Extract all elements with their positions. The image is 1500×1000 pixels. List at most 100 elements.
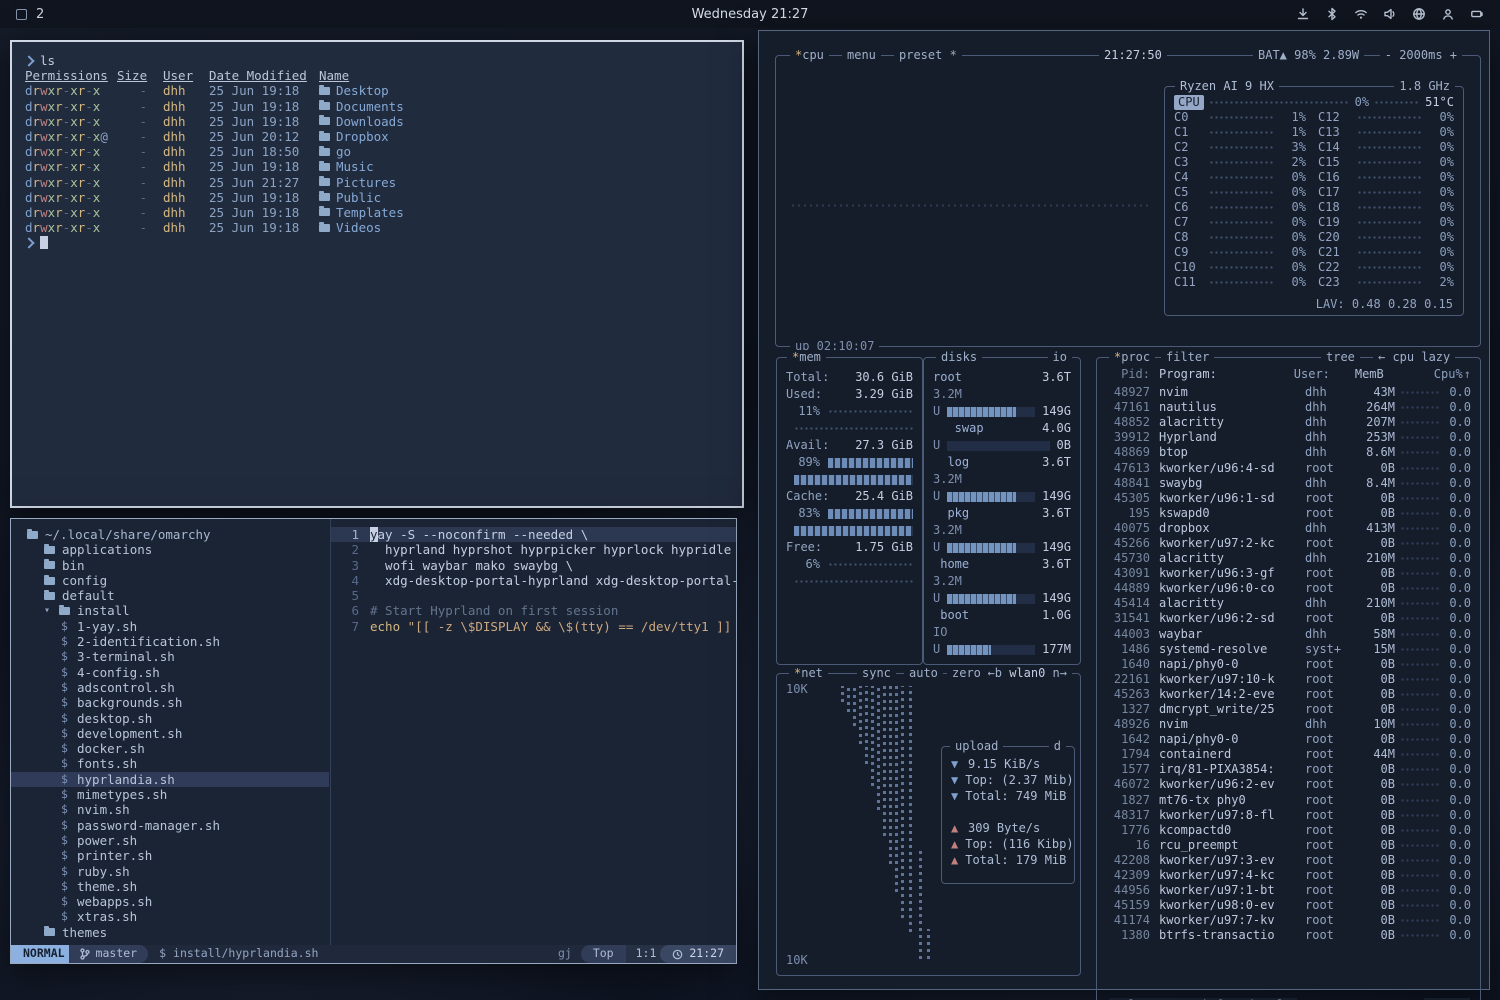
process-row[interactable]: 48927 nvim dhh 43M 0.0 [1106, 385, 1471, 400]
process-row[interactable]: 48852 alacritty dhh 207M 0.0 [1106, 415, 1471, 430]
refresh-interval-control[interactable]: - 2000ms + [1380, 48, 1462, 63]
next-interface-button[interactable]: n→ [1053, 666, 1067, 680]
process-row[interactable]: 44889 kworker/u96:0-co root 0B 0.0 [1106, 581, 1471, 596]
process-row[interactable]: 1486 systemd-resolve syst+ 15M 0.0 [1106, 642, 1471, 657]
zero-button[interactable]: zero [947, 666, 986, 681]
sort-direction-icon[interactable]: ↑ [1464, 367, 1471, 382]
editor-line[interactable]: 5 [331, 588, 736, 603]
process-row[interactable]: 45730 alacritty dhh 210M 0.0 [1106, 551, 1471, 566]
sort-mode[interactable]: ← cpu lazy [1373, 350, 1455, 365]
tray-arrow-icon[interactable] [1296, 7, 1310, 21]
prompt-line-active[interactable] [25, 235, 742, 250]
preset-button[interactable]: preset * [894, 48, 962, 63]
io-tab[interactable]: io [1048, 350, 1072, 365]
process-row[interactable]: 43091 kworker/u96:3-gf root 0B 0.0 [1106, 566, 1471, 581]
process-row[interactable]: 48926 nvim dhh 10M 0.0 [1106, 717, 1471, 732]
upload-box-tab[interactable]: d [1049, 739, 1066, 754]
tree-toggle[interactable]: tree [1321, 350, 1360, 365]
tree-item[interactable]: ▾ $ fonts.sh [11, 756, 329, 771]
process-row[interactable]: 45159 kworker/u98:0-ev root 0B 0.0 [1106, 898, 1471, 913]
user-icon[interactable] [1441, 7, 1455, 21]
editor-line[interactable]: 7 echo "[[ -z \$DISPLAY && \$(tty) == /d… [331, 619, 736, 634]
editor-line[interactable]: 4 xdg-desktop-portal-hyprland xdg-deskto… [331, 573, 736, 588]
process-row[interactable]: 1642 napi/phy0-0 root 0B 0.0 [1106, 732, 1471, 747]
globe-icon[interactable] [1412, 7, 1426, 21]
editor-line[interactable]: 2 hyprland hyprshot hyprpicker hyprlock … [331, 542, 736, 557]
tree-item[interactable]: ▾ $ 1-yay.sh [11, 619, 329, 634]
tree-item[interactable]: ▾ $ nvim.sh [11, 802, 329, 817]
tree-item[interactable]: ▾ $ hyprlandia.sh [11, 772, 329, 787]
process-row[interactable]: 47613 kworker/u96:4-sd root 0B 0.0 [1106, 460, 1471, 475]
menu-button[interactable]: menu [842, 48, 881, 63]
process-row[interactable]: 1794 containerd root 44M 0.0 [1106, 747, 1471, 762]
process-row[interactable]: 31541 kworker/u96:2-sd root 0B 0.0 [1106, 611, 1471, 626]
process-row[interactable]: 40075 dropbox dhh 413M 0.0 [1106, 521, 1471, 536]
process-row[interactable]: 1640 napi/phy0-0 root 0B 0.0 [1106, 657, 1471, 672]
editor-window[interactable]: ~/.local/share/omarchy ▾ $ applications … [10, 518, 737, 964]
tree-item[interactable]: ▾ $ xtras.sh [11, 909, 329, 924]
header-program[interactable]: Program: [1150, 367, 1294, 382]
tree-item[interactable]: ▾ $ 3-terminal.sh [11, 649, 329, 664]
process-row[interactable]: 1577 irq/81-PIXA3854: root 0B 0.0 [1106, 762, 1471, 777]
tree-item[interactable]: ▾ $ webapps.sh [11, 894, 329, 909]
process-row[interactable]: 42309 kworker/u97:4-kc root 0B 0.0 [1106, 868, 1471, 883]
tree-item[interactable]: ▾ $ config [11, 573, 329, 588]
process-row[interactable]: 48317 kworker/u97:8-fl root 0B 0.0 [1106, 808, 1471, 823]
wifi-icon[interactable] [1354, 7, 1368, 21]
process-row[interactable]: 45414 alacritty dhh 210M 0.0 [1106, 596, 1471, 611]
process-row[interactable]: 48869 btop dhh 8.6M 0.0 [1106, 445, 1471, 460]
process-row[interactable]: 45266 kworker/u97:2-kc root 0B 0.0 [1106, 536, 1471, 551]
process-row[interactable]: 45263 kworker/14:2-eve root 0B 0.0 [1106, 687, 1471, 702]
tree-item[interactable]: ▾ $ theme.sh [11, 879, 329, 894]
process-row[interactable]: 41174 kworker/u97:7-kv root 0B 0.0 [1106, 913, 1471, 928]
tree-item[interactable]: ▾ $ password-manager.sh [11, 818, 329, 833]
tree-item[interactable]: ▾ $ themes [11, 925, 329, 940]
process-row[interactable]: 1827 mt76-tx phy0 root 0B 0.0 [1106, 793, 1471, 808]
volume-icon[interactable] [1383, 7, 1397, 21]
header-user[interactable]: User: [1294, 367, 1344, 382]
auto-button[interactable]: auto [904, 666, 943, 681]
tree-item[interactable]: ▾ $ docker.sh [11, 741, 329, 756]
tree-item[interactable]: ▾ $ install [11, 603, 329, 618]
tree-item[interactable]: ▾ $ printer.sh [11, 848, 329, 863]
tree-item[interactable]: ▾ $ 2-identification.sh [11, 634, 329, 649]
tree-item[interactable]: ▾ $ applications [11, 542, 329, 557]
bluetooth-icon[interactable] [1325, 7, 1339, 21]
tree-item[interactable]: ▾ $ power.sh [11, 833, 329, 848]
workspace-indicator[interactable]: 2 [36, 7, 44, 22]
header-pid[interactable]: Pid: [1106, 367, 1150, 382]
tree-item[interactable]: ▾ $ 4-config.sh [11, 665, 329, 680]
process-row[interactable]: 45305 kworker/u96:1-sd root 0B 0.0 [1106, 491, 1471, 506]
process-row[interactable]: 42208 kworker/u97:3-ev root 0B 0.0 [1106, 853, 1471, 868]
process-row[interactable]: 1327 dmcrypt_write/25 root 0B 0.0 [1106, 702, 1471, 717]
tree-item[interactable]: ▾ $ bin [11, 558, 329, 573]
editor-line[interactable]: 1 yay -S --noconfirm --needed \ [331, 527, 736, 542]
prev-interface-button[interactable]: ←b [988, 666, 1002, 680]
tree-item[interactable]: ▾ $ development.sh [11, 726, 329, 741]
process-row[interactable]: 22161 kworker/u97:10-k root 0B 0.0 [1106, 672, 1471, 687]
header-memory[interactable]: MemB [1344, 367, 1384, 382]
tree-item[interactable]: ▾ $ default [11, 588, 329, 603]
process-row[interactable]: 39912 Hyprland dhh 253M 0.0 [1106, 430, 1471, 445]
tree-item[interactable]: ▾ $ backgrounds.sh [11, 695, 329, 710]
tree-item[interactable]: ▾ $ mimetypes.sh [11, 787, 329, 802]
process-row[interactable]: 46072 kworker/u96:2-ev root 0B 0.0 [1106, 777, 1471, 792]
editor-line[interactable]: 6 # Start Hyprland on first session [331, 603, 736, 618]
battery-icon[interactable] [1470, 7, 1484, 21]
process-row[interactable]: 44956 kworker/u97:1-bt root 0B 0.0 [1106, 883, 1471, 898]
process-row[interactable]: 44003 waybar dhh 58M 0.0 [1106, 627, 1471, 642]
header-cpu[interactable]: Cpu% [1434, 367, 1460, 382]
process-row[interactable]: 48841 swaybg dhh 8.4M 0.0 [1106, 476, 1471, 491]
process-row[interactable]: 47161 nautilus dhh 264M 0.0 [1106, 400, 1471, 415]
editor-pane[interactable]: 1 yay -S --noconfirm --needed \ 2 hyprla… [330, 519, 736, 945]
tree-item[interactable]: ▾ $ ruby.sh [11, 864, 329, 879]
process-row[interactable]: 1776 kcompactd0 root 0B 0.0 [1106, 823, 1471, 838]
process-row[interactable]: 195 kswapd0 root 0B 0.0 [1106, 506, 1471, 521]
process-row[interactable]: 16 rcu_preempt root 0B 0.0 [1106, 838, 1471, 853]
process-row[interactable]: 1380 btrfs-transactio root 0B 0.0 [1106, 928, 1471, 943]
system-monitor-window[interactable]: *cpu menu preset * 21:27:50 BAT▲ 98% 2.8… [758, 30, 1490, 990]
tree-item[interactable]: ▾ $ adscontrol.sh [11, 680, 329, 695]
workspace-dot-icon[interactable] [16, 9, 27, 20]
tree-item[interactable]: ▾ $ desktop.sh [11, 711, 329, 726]
terminal-window[interactable]: ls Permissions Size User Date Modified N… [10, 40, 744, 508]
